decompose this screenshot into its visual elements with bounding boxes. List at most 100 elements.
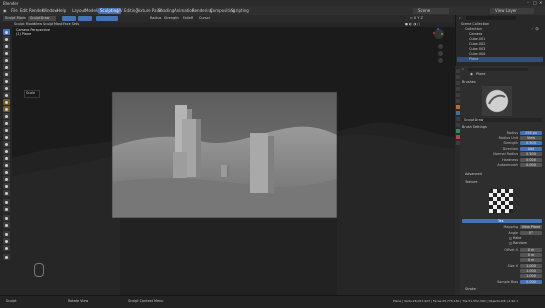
symmetry-icon[interactable]: ⇔ X Y Z [410, 16, 423, 21]
visibility-icons[interactable]: ✓ 👁 [531, 27, 539, 32]
random-checkbox[interactable] [509, 242, 512, 245]
draw-tool-icon[interactable] [3, 29, 10, 35]
stroke-subpanel[interactable]: Stroke [465, 287, 476, 292]
mesh-filter-tool-icon[interactable] [3, 222, 10, 228]
setting-field[interactable]: View [520, 136, 542, 140]
advanced-subpanel[interactable]: Advanced [465, 172, 482, 177]
annotate-tool-icon[interactable] [3, 254, 10, 260]
size-z-field[interactable]: 1.000 [520, 274, 542, 278]
menu-window[interactable]: Window [42, 8, 58, 13]
output-tab-icon[interactable] [455, 81, 460, 85]
brush-settings-header[interactable]: Brush Settings [462, 125, 487, 130]
render-tab-icon[interactable] [455, 75, 460, 79]
texture-tab-icon[interactable] [455, 141, 460, 145]
strength-field[interactable] [78, 16, 92, 21]
tab-scripting[interactable]: Scripting [229, 8, 251, 14]
nudge-tool-icon[interactable] [3, 169, 10, 175]
box-face-set-tool-icon[interactable] [3, 215, 10, 221]
rake-checkbox[interactable] [509, 237, 512, 240]
offset-x-field[interactable]: 0 m [520, 248, 542, 252]
pinch-tool-icon[interactable] [3, 127, 10, 133]
layer-tool-icon[interactable] [3, 64, 10, 70]
clay-thumb-tool-icon[interactable] [3, 57, 10, 63]
pose-tool-icon[interactable] [3, 162, 10, 168]
boundary-tool-icon[interactable] [3, 190, 10, 196]
setting-field[interactable]: 256 px [520, 131, 542, 135]
box-mask-tool-icon[interactable] [3, 206, 10, 212]
fill-tool-icon[interactable] [3, 106, 10, 112]
texture-preview-icon[interactable] [489, 189, 513, 213]
size-y-field[interactable]: 1.000 [520, 269, 542, 273]
pan-icon[interactable] [438, 51, 443, 56]
menu-help[interactable]: Help [57, 8, 66, 13]
cursor-label[interactable]: Cursor [199, 16, 210, 21]
blender-logo-icon[interactable]: ◉ [3, 8, 7, 13]
setting-field[interactable]: 0.000 [520, 158, 542, 162]
y-axis-icon[interactable] [441, 33, 443, 35]
setting-field[interactable]: 0.000 [520, 163, 542, 167]
mapping-field[interactable]: View Plane [520, 225, 542, 229]
sample-bias-field[interactable]: 0.000 [520, 280, 542, 284]
menu-edit[interactable]: Edit [20, 8, 28, 13]
offset-z-field[interactable]: 0 m [520, 258, 542, 262]
z-axis-icon[interactable] [437, 28, 439, 30]
draw-sharp-tool-icon[interactable] [3, 36, 10, 42]
angle-field[interactable]: 0° [520, 231, 542, 235]
texture-name: Tex [498, 218, 504, 223]
data-tab-icon[interactable] [455, 129, 460, 133]
clay-strips-tool-icon[interactable] [3, 50, 10, 56]
radius-label[interactable]: Radius [150, 16, 161, 21]
setting-field[interactable]: 0.500 [520, 152, 542, 156]
menu-file[interactable]: File [11, 8, 18, 13]
material-tab-icon[interactable] [455, 135, 460, 139]
texture-subpanel[interactable]: Texture [465, 180, 477, 185]
offset-y-field[interactable]: 0 m [520, 253, 542, 257]
thumb-tool-icon[interactable] [3, 155, 10, 161]
slide-relax-tool-icon[interactable] [3, 183, 10, 189]
multiplane-scrape-tool-icon[interactable] [3, 120, 10, 126]
grab-tool-icon[interactable] [3, 134, 10, 140]
zoom-icon[interactable] [438, 44, 443, 49]
props-search-icon[interactable]: ⌕ [462, 67, 464, 72]
camera-view-icon[interactable] [438, 58, 443, 63]
minimize-icon[interactable]: – [527, 0, 529, 5]
strength-label[interactable]: Strength [164, 16, 179, 21]
elastic-deform-tool-icon[interactable] [3, 141, 10, 147]
rotate-tool-icon[interactable] [3, 176, 10, 182]
setting-field[interactable]: 0.500 [520, 141, 542, 145]
radius-field[interactable] [62, 16, 76, 21]
outliner-search-input[interactable] [466, 16, 516, 20]
tool-tab-icon[interactable] [455, 69, 460, 73]
maximize-icon[interactable]: □ [533, 0, 537, 5]
outliner-item[interactable]: Plane [469, 57, 478, 62]
move-tool-icon[interactable] [3, 231, 10, 237]
x-axis-icon[interactable] [433, 32, 435, 34]
smooth-tool-icon[interactable] [3, 92, 10, 98]
blob-tool-icon[interactable] [3, 78, 10, 84]
object-tab-icon[interactable] [455, 105, 460, 109]
falloff-label[interactable]: Falloff [183, 16, 193, 21]
scale-tool-icon[interactable] [3, 245, 10, 251]
scene-tab-icon[interactable] [455, 93, 460, 97]
clay-tool-icon[interactable] [3, 43, 10, 49]
flatten-tool-icon[interactable] [3, 99, 10, 105]
brushes-panel-header[interactable]: Brushes [462, 80, 476, 85]
3d-viewport[interactable]: Camera Perspective (1) Plane Scale [10, 27, 455, 295]
mask-tool-icon[interactable] [3, 199, 10, 205]
outliner-search-icon[interactable]: ⌕ [459, 16, 461, 21]
view-layer-tab-icon[interactable] [455, 87, 460, 91]
close-icon[interactable]: ✕ [539, 0, 542, 5]
setting-field[interactable]: Add [520, 147, 542, 151]
scrape-tool-icon[interactable] [3, 113, 10, 119]
rotate-transform-tool-icon[interactable] [3, 238, 10, 244]
particles-tab-icon[interactable] [455, 117, 460, 121]
world-tab-icon[interactable] [455, 99, 460, 103]
modifier-tab-icon[interactable] [455, 111, 460, 115]
size-x-field[interactable]: 1.000 [520, 264, 542, 268]
props-search-input[interactable] [468, 68, 528, 71]
crease-tool-icon[interactable] [3, 85, 10, 91]
physics-tab-icon[interactable] [455, 123, 460, 127]
inflate-tool-icon[interactable] [3, 71, 10, 77]
direction-toggle[interactable] [96, 16, 118, 21]
snake-hook-tool-icon[interactable] [3, 148, 10, 154]
